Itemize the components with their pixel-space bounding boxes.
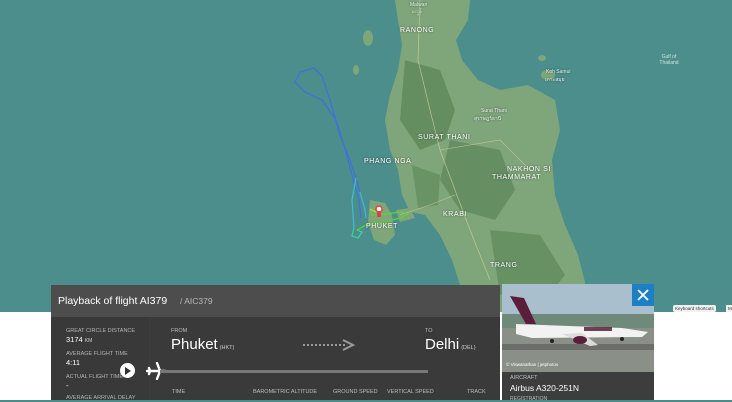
label-krabi: KRABI bbox=[443, 211, 468, 218]
col-baro-alt: BAROMETRIC ALTITUDE bbox=[253, 389, 318, 395]
panel-header: Playback of flight AI379 / AIC379 bbox=[51, 285, 500, 317]
destination: Delhi (DEL) bbox=[425, 336, 476, 353]
great-circle-value: 3174 KM bbox=[66, 335, 92, 344]
actual-flight-time-value: - bbox=[66, 381, 69, 390]
route-arrow-icon bbox=[303, 339, 355, 351]
great-circle-number: 3174 bbox=[66, 335, 83, 344]
avg-flight-time-label: AVERAGE FLIGHT TIME bbox=[66, 351, 128, 357]
origin-city: Phuket bbox=[171, 336, 218, 353]
label-surat-thani: SURAT THANI bbox=[418, 134, 471, 141]
label-surat-thani-small: Surat Thani bbox=[481, 108, 507, 114]
close-icon bbox=[637, 289, 649, 301]
label-thammarat: THAMMARAT bbox=[492, 174, 542, 181]
destination-code: (DEL) bbox=[461, 345, 476, 351]
label-ranong: RANONG bbox=[400, 27, 435, 34]
label-nakhon: NAKHON SI bbox=[507, 166, 551, 173]
playback-timeline[interactable] bbox=[160, 370, 428, 373]
label-trang: TRANG bbox=[490, 262, 518, 269]
col-ground-speed: GROUND SPEED bbox=[333, 389, 378, 395]
panel-title: Playback of flight AI379 bbox=[58, 295, 168, 307]
label-gulf-of-thailand: Gulf of Thailand bbox=[655, 54, 683, 66]
label-koh-samui: Koh Samui bbox=[546, 69, 571, 75]
actual-flight-time-label: ACTUAL FLIGHT TIME bbox=[66, 374, 124, 380]
map-canvas[interactable] bbox=[0, 0, 732, 312]
from-label: FROM bbox=[171, 328, 188, 334]
label-malwan-local: မလွန် bbox=[412, 9, 423, 15]
panel-callsign: / AIC379 bbox=[180, 296, 213, 306]
map-data-link[interactable]: Ma bbox=[726, 305, 732, 312]
photo-credit: © Viswanathan | jetphotos bbox=[506, 362, 559, 367]
play-button[interactable] bbox=[120, 363, 135, 378]
label-malwan: Malwan bbox=[410, 2, 428, 8]
destination-city: Delhi bbox=[425, 336, 460, 353]
flight-stats: GREAT CIRCLE DISTANCE 3174 KM AVERAGE FL… bbox=[51, 317, 149, 401]
playback-panel: Playback of flight AI379 / AIC379 GREAT … bbox=[51, 285, 500, 401]
label-phuket: PHUKET bbox=[366, 223, 398, 230]
play-icon bbox=[125, 366, 131, 375]
col-track: TRACK bbox=[467, 389, 486, 395]
gulf-line-2: Thailand bbox=[659, 60, 679, 66]
label-phang-nga: PHANG NGA bbox=[364, 158, 412, 165]
origin-code: (HKT) bbox=[219, 345, 235, 351]
avg-arrival-delay-label: AVERAGE ARRIVAL DELAY bbox=[66, 395, 136, 401]
to-label: TO bbox=[425, 328, 433, 334]
keyboard-shortcuts-link[interactable]: Keyboard shortcuts bbox=[673, 305, 716, 312]
registration-label: REGISTRATION bbox=[510, 396, 548, 402]
great-circle-label: GREAT CIRCLE DISTANCE bbox=[66, 328, 136, 334]
label-surat-thani-local: สุราษฎร์ธานี bbox=[474, 116, 502, 122]
col-time: TIME bbox=[172, 389, 186, 395]
avg-flight-time-value: 4:11 bbox=[66, 358, 81, 367]
aircraft-value: Airbus A320-251N bbox=[510, 383, 579, 393]
flight-map[interactable]: Malwan မလွန် RANONG Koh Samui เกาะสมุย S… bbox=[0, 0, 732, 312]
route-info: FROM Phuket (HKT) TO Delhi (DEL) bbox=[150, 317, 500, 400]
close-button[interactable] bbox=[632, 284, 654, 306]
label-koh-samui-local: เกาะสมุย bbox=[545, 77, 565, 83]
origin: Phuket (HKT) bbox=[171, 336, 234, 353]
aircraft-label: AIRCRAFT bbox=[510, 375, 538, 381]
great-circle-unit: KM bbox=[84, 338, 93, 344]
aircraft-info: AIRCRAFT Airbus A320-251N REGISTRATION bbox=[502, 372, 654, 402]
col-vertical-speed: VERTICAL SPEED bbox=[387, 389, 434, 395]
